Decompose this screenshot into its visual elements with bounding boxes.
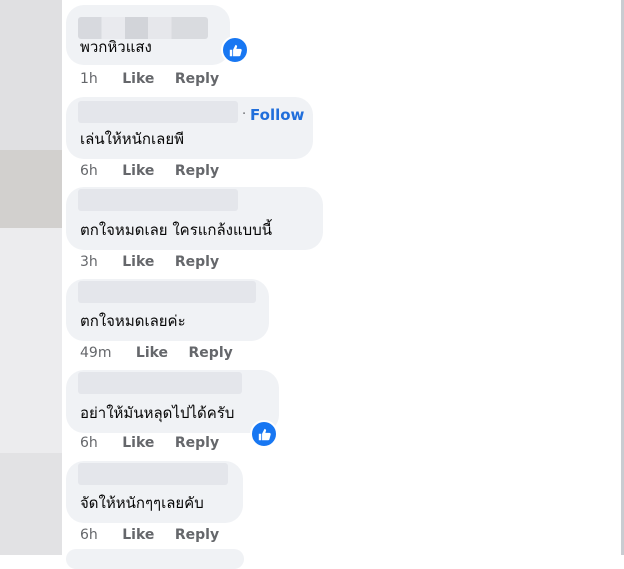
comment-actions: 3h Like Reply (80, 254, 235, 274)
avatar-placeholder (0, 0, 62, 150)
comment-text: อย่าให้มันหลุดไปได้ครับ (80, 404, 235, 422)
comment-time[interactable]: 6h (80, 435, 98, 451)
author-name-blurred[interactable] (78, 463, 228, 485)
reply-link[interactable]: Reply (189, 345, 233, 361)
comment-actions: 49m Like Reply (80, 345, 249, 365)
like-link[interactable]: Like (122, 254, 154, 270)
like-link[interactable]: Like (122, 435, 154, 451)
author-name-blurred[interactable] (78, 101, 238, 123)
comment-actions: 6h Like Reply (80, 435, 235, 455)
comment-text: จัดให้หนักๆๆเลยคับ (80, 494, 204, 512)
comment-text: ตกใจหมดเลยค่ะ (80, 312, 186, 330)
like-link[interactable]: Like (122, 71, 154, 87)
comment-bubble: จัดให้หนักๆๆเลยคับ (66, 461, 243, 523)
avatar-placeholder (0, 453, 62, 555)
like-reaction-icon[interactable] (221, 36, 249, 64)
avatar-column (0, 0, 62, 555)
like-link[interactable]: Like (136, 345, 168, 361)
comment-time[interactable]: 3h (80, 254, 98, 270)
comment-text: พวกหิวแสง (80, 38, 152, 56)
comment-actions: 6h Like Reply (80, 527, 235, 547)
reply-link[interactable]: Reply (175, 163, 219, 179)
comment-time[interactable]: 6h (80, 163, 98, 179)
avatar-placeholder (0, 228, 62, 453)
author-name-blurred[interactable] (78, 189, 238, 211)
comment-actions: 6h Like Reply (80, 163, 235, 183)
reply-link[interactable]: Reply (175, 435, 219, 451)
comment-text: ตกใจหมดเลย ใครแกล้งแบบนี้ (80, 221, 272, 239)
comment-bubble (66, 549, 244, 569)
comment-bubble: ตกใจหมดเลย ใครแกล้งแบบนี้ (66, 187, 323, 250)
follow-button[interactable]: Follow (250, 106, 304, 124)
reply-link[interactable]: Reply (175, 527, 219, 543)
like-link[interactable]: Like (122, 527, 154, 543)
separator-dot: · (242, 107, 247, 122)
author-name-blurred[interactable] (78, 372, 242, 394)
reply-link[interactable]: Reply (175, 71, 219, 87)
comment-time[interactable]: 49m (80, 345, 111, 361)
comment-time[interactable]: 1h (80, 71, 98, 87)
comment-bubble: พวกหิวแสง (66, 5, 230, 65)
reply-link[interactable]: Reply (175, 254, 219, 270)
like-reaction-icon[interactable] (250, 420, 278, 448)
comment-bubble: อย่าให้มันหลุดไปได้ครับ (66, 370, 279, 433)
comment-bubble: · Follow เล่นให้หนักเลยพี (66, 97, 313, 159)
author-name-blurred[interactable] (78, 281, 256, 303)
comment-time[interactable]: 6h (80, 527, 98, 543)
author-name-blurred[interactable] (78, 17, 208, 39)
avatar-placeholder (0, 150, 62, 228)
like-link[interactable]: Like (122, 163, 154, 179)
comment-bubble: ตกใจหมดเลยค่ะ (66, 279, 269, 341)
comment-actions: 1h Like Reply (80, 71, 235, 91)
comment-text: เล่นให้หนักเลยพี (80, 130, 185, 148)
